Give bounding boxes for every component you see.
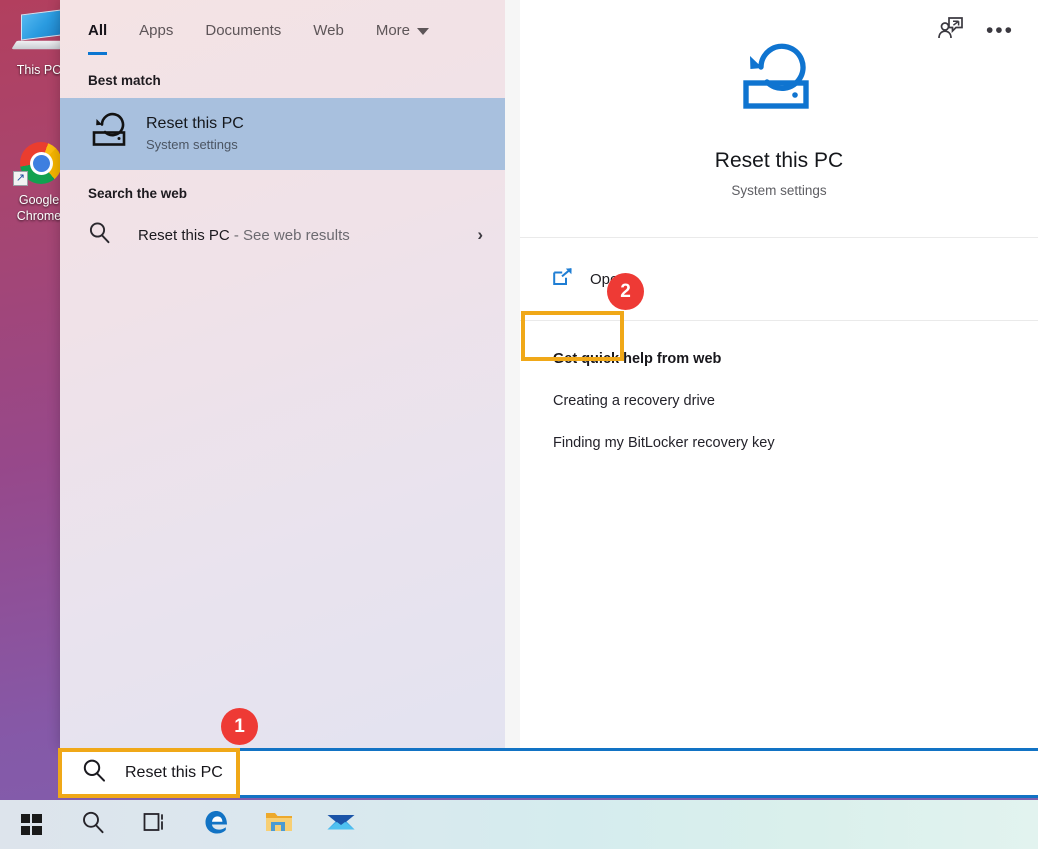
reset-pc-icon <box>733 40 825 129</box>
web-result-query: Reset this PC <box>138 227 230 244</box>
web-result-row[interactable]: Reset this PC - See web results › <box>60 211 505 259</box>
folder-icon <box>264 809 294 840</box>
best-match-subtitle: System settings <box>146 137 244 154</box>
feedback-icon <box>937 16 964 46</box>
search-tabs: All Apps Documents Web More <box>60 0 505 61</box>
tab-label: Web <box>313 22 344 39</box>
chevron-right-icon: › <box>477 225 483 245</box>
mail-icon <box>326 810 356 839</box>
quick-help-title: Get quick help from web <box>553 351 1038 367</box>
task-view-icon <box>142 810 168 839</box>
open-action-label: Open <box>590 271 627 288</box>
quick-help-link-1[interactable]: Creating a recovery drive <box>553 393 1038 409</box>
more-options-icon: ••• <box>986 26 1014 36</box>
mail-button[interactable] <box>310 800 372 849</box>
edge-icon <box>202 807 232 842</box>
preview-title: Reset this PC <box>715 149 843 173</box>
search-icon <box>82 758 107 788</box>
open-action-button[interactable]: Open <box>538 256 649 303</box>
search-the-web-heading: Search the web <box>60 170 505 211</box>
more-options-button[interactable]: ••• <box>986 26 1014 36</box>
preview-pane: Reset this PC System settings Open Get q… <box>505 0 1038 748</box>
tab-label: More <box>376 22 410 39</box>
edge-button[interactable] <box>186 800 248 849</box>
quick-help-section: Get quick help from web Creating a recov… <box>520 321 1038 451</box>
preview-subtitle: System settings <box>731 183 826 198</box>
start-button[interactable] <box>0 800 62 849</box>
preview-actions: Open <box>520 238 1038 321</box>
tab-documents[interactable]: Documents <box>205 0 281 61</box>
open-external-icon <box>552 267 574 292</box>
windows-search-panel: All Apps Documents Web More Best match <box>60 0 1038 748</box>
search-icon <box>88 221 138 249</box>
search-results-column: All Apps Documents Web More Best match <box>60 0 505 748</box>
windows-logo-icon <box>21 814 42 835</box>
file-explorer-button[interactable] <box>248 800 310 849</box>
tab-apps[interactable]: Apps <box>139 0 173 61</box>
search-header-actions: ••• <box>937 0 1024 61</box>
reset-pc-icon <box>88 111 146 158</box>
this-pc-icon <box>13 10 65 58</box>
search-icon <box>81 810 106 840</box>
best-match-result-reset-this-pc[interactable]: Reset this PC System settings <box>60 98 505 170</box>
chrome-icon: ↗ <box>13 140 65 188</box>
tab-label: Apps <box>139 22 173 39</box>
taskbar <box>0 800 1038 849</box>
shortcut-arrow-icon: ↗ <box>13 171 28 186</box>
tab-label: All <box>88 22 107 39</box>
taskbar-search-button[interactable] <box>62 800 124 849</box>
search-input-bar[interactable]: Reset this PC <box>60 748 1038 798</box>
tab-label: Documents <box>205 22 281 39</box>
tab-web[interactable]: Web <box>313 0 344 61</box>
feedback-button[interactable] <box>937 16 964 46</box>
web-result-suffix: - See web results <box>230 227 350 244</box>
search-input-value: Reset this PC <box>125 764 223 782</box>
chevron-down-icon <box>417 28 429 35</box>
best-match-heading: Best match <box>60 61 505 98</box>
search-input[interactable]: Reset this PC <box>60 751 241 795</box>
quick-help-link-2[interactable]: Finding my BitLocker recovery key <box>553 435 1038 451</box>
tab-all[interactable]: All <box>88 0 107 61</box>
task-view-button[interactable] <box>124 800 186 849</box>
tab-more[interactable]: More <box>376 0 429 61</box>
best-match-title: Reset this PC <box>146 114 244 135</box>
